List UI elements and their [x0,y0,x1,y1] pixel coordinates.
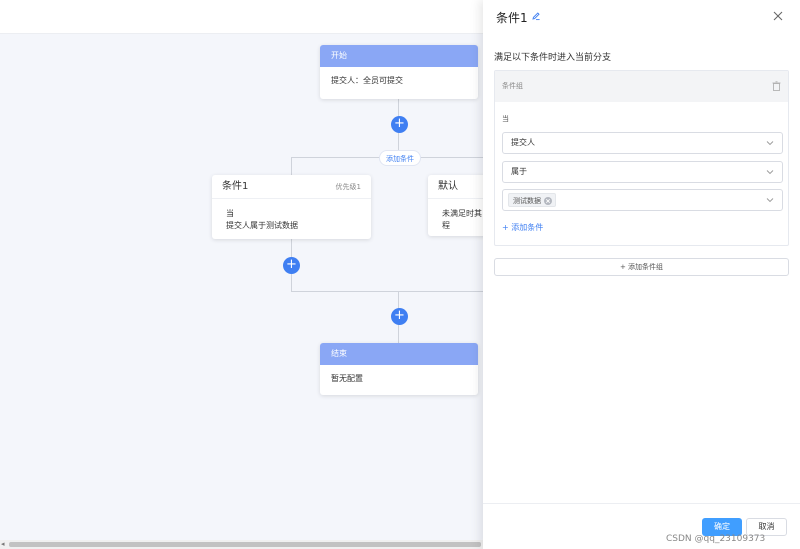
condition-group-title: 条件组 [502,82,523,90]
when-label: 当 [502,115,509,123]
scroll-left-icon[interactable]: ◂ [1,540,5,549]
add-node-button[interactable]: + [283,257,300,274]
value-tag-label: 测试数据 [513,197,541,205]
condition-drawer: 条件1 满足以下条件时进入当前分支 条件组 当 提交人 属于 测试数据 + 添加… [483,0,800,549]
watermark: CSDN @qq_23109373 [666,534,766,544]
start-node[interactable]: 开始 提交人：全员可提交 [320,45,478,99]
end-node[interactable]: 结束 暂无配置 [320,343,478,395]
add-node-button[interactable]: + [391,308,408,325]
operator-select[interactable]: 属于 [502,161,783,183]
condition-group-header: 条件组 [495,71,788,102]
start-node-body: 提交人：全员可提交 [331,76,403,85]
trash-icon[interactable] [772,81,781,91]
branch-line: 提交人属于测试数据 [226,221,298,230]
edit-icon[interactable] [531,11,541,21]
add-condition-group-button[interactable]: + 添加条件组 [494,258,789,276]
operator-select-value: 属于 [511,167,527,176]
branch-title-text: 条件1 [222,181,249,192]
branch-card-condition-1[interactable]: 条件1 优先级1 当 提交人属于测试数据 [212,175,371,239]
start-node-title: 开始 [320,45,478,67]
add-condition-button[interactable]: 添加条件 [379,150,421,166]
horizontal-scrollbar[interactable]: ◂ [0,540,483,549]
branch-title: 条件1 优先级1 [212,175,371,199]
end-node-body: 暂无配置 [331,374,363,383]
connector-line [291,291,483,292]
add-condition-link[interactable]: + 添加条件 [502,222,543,233]
chevron-down-icon [766,170,774,175]
close-icon[interactable] [772,10,784,22]
branch-body: 当 提交人属于测试数据 [212,199,371,239]
tag-close-icon[interactable] [544,197,552,205]
add-node-button[interactable]: + [391,116,408,133]
drawer-title: 条件1 [496,11,528,25]
branch-line: 当 [226,209,234,218]
value-select[interactable]: 测试数据 [502,189,783,211]
plus-icon: + [394,116,405,131]
field-select-value: 提交人 [511,138,535,147]
condition-group: 条件组 当 提交人 属于 测试数据 + 添加条件 [494,70,789,246]
plus-icon: + [394,308,405,323]
end-node-title: 结束 [320,343,478,365]
plus-icon: + [286,257,297,272]
value-tag: 测试数据 [508,193,556,207]
branch-title-text: 默认 [438,181,458,192]
drawer-description: 满足以下条件时进入当前分支 [494,53,612,63]
chevron-down-icon [766,198,774,203]
scrollbar-thumb[interactable] [9,542,481,547]
branch-priority: 优先级1 [335,183,361,191]
field-select[interactable]: 提交人 [502,132,783,154]
chevron-down-icon [766,141,774,146]
